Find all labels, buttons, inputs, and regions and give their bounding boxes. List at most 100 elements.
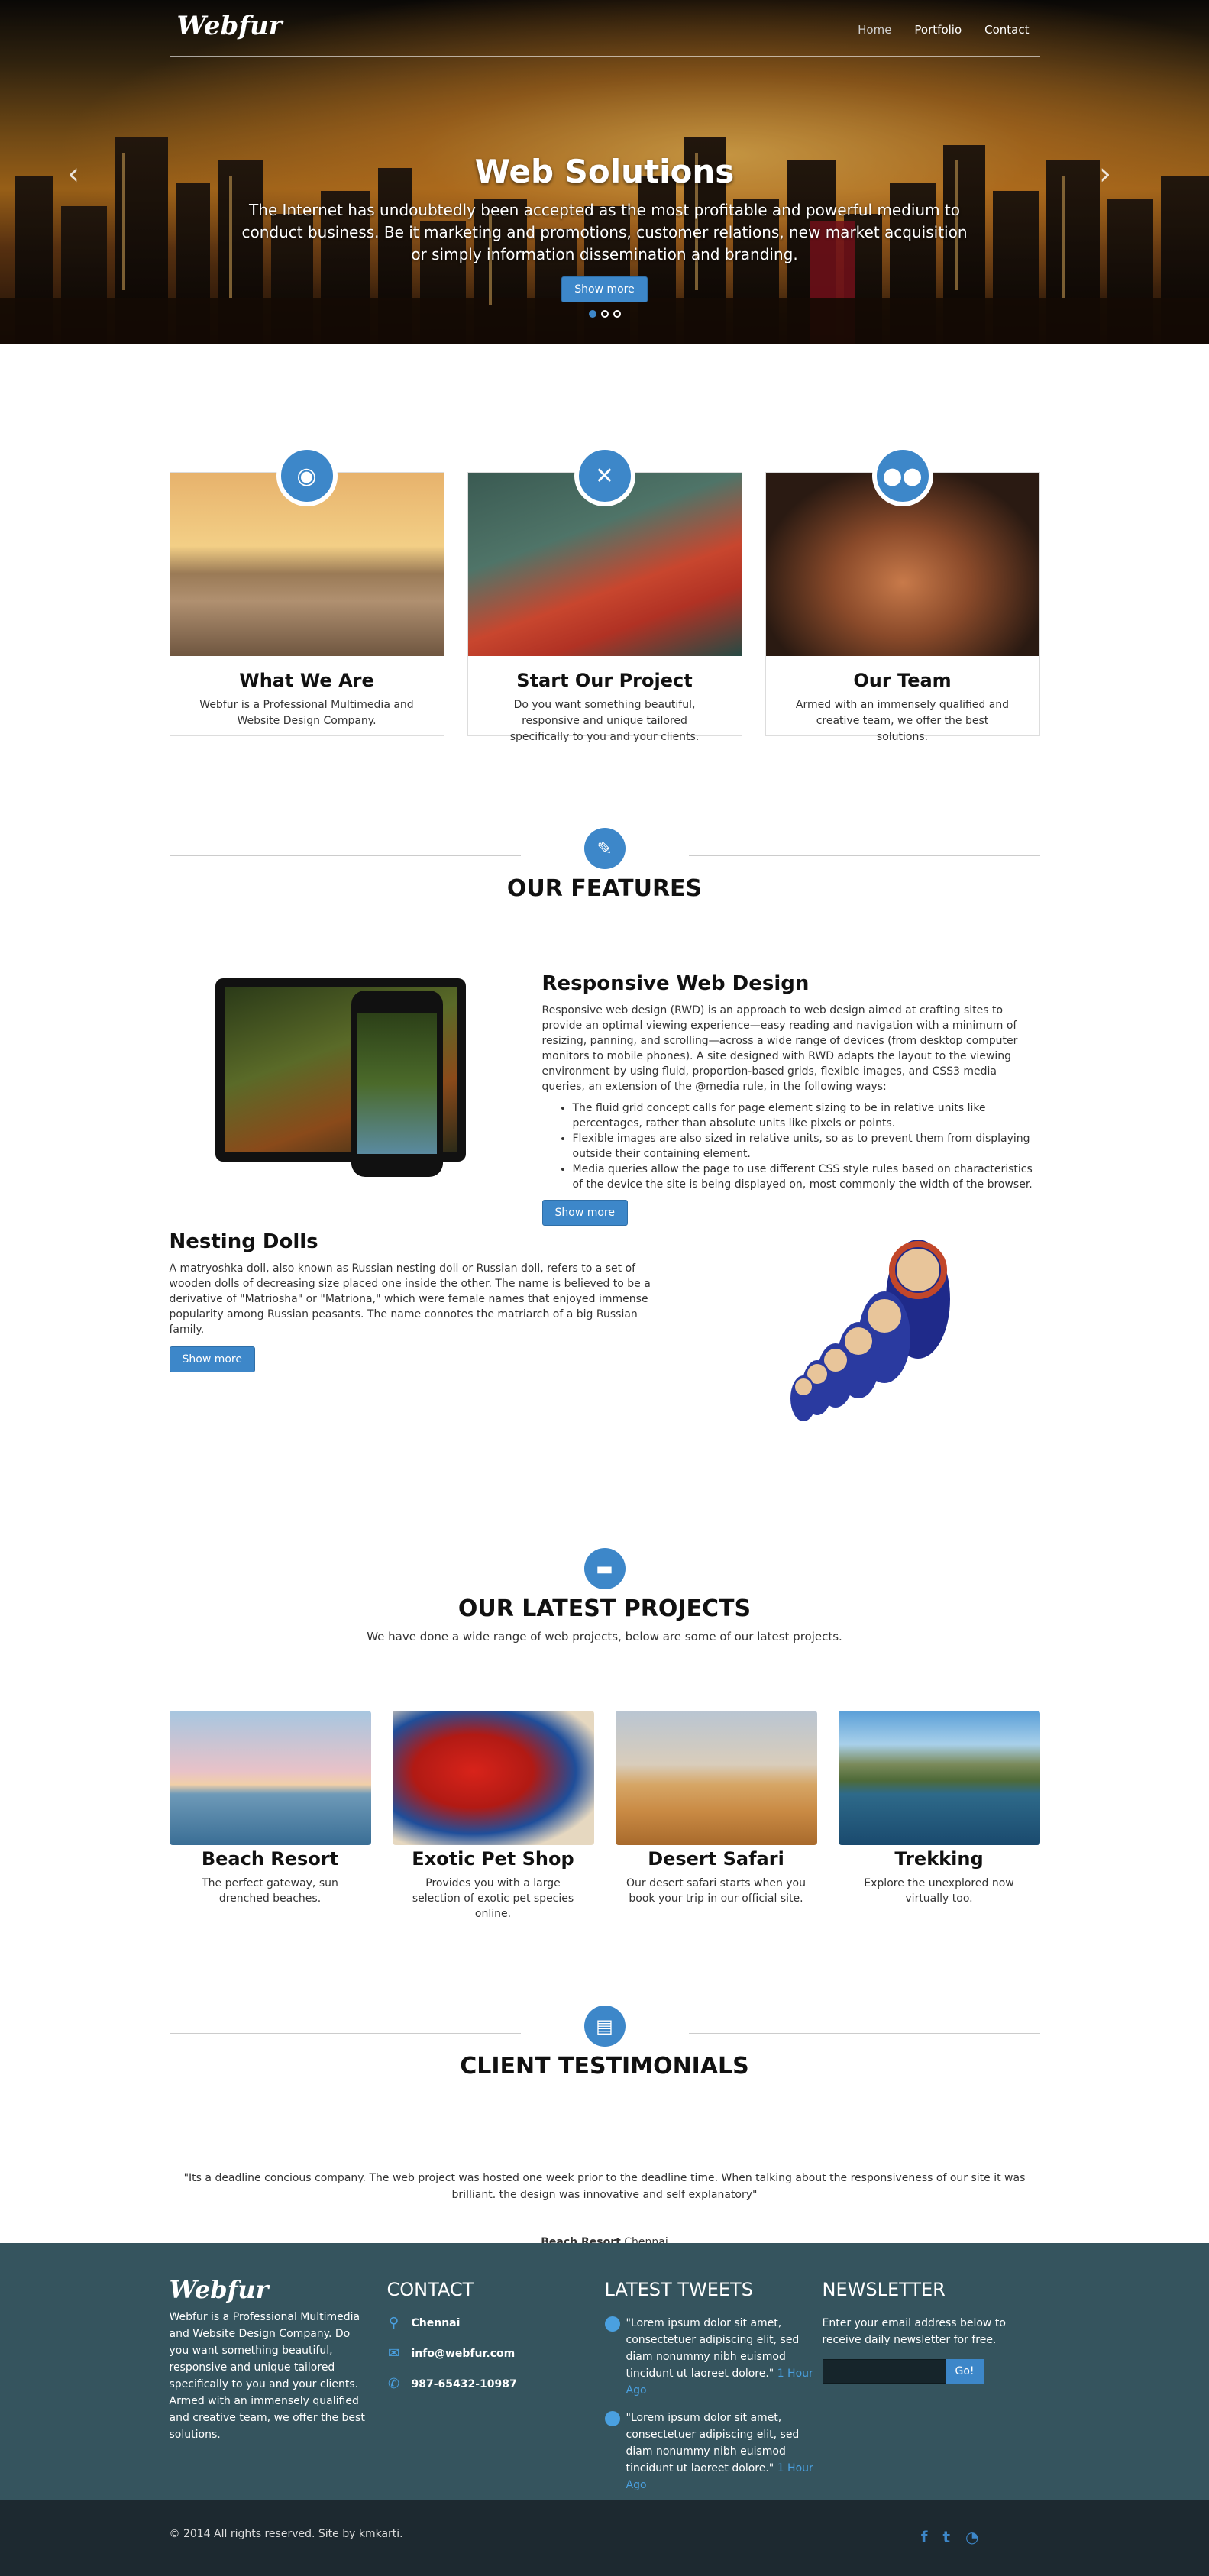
newsletter-form: Go!	[822, 2359, 1040, 2384]
footer: Webfur Webfur is a Professional Multimed…	[0, 2243, 1209, 2500]
card-what-we-are[interactable]: ◉ What We Are Webfur is a Professional M…	[169, 445, 444, 736]
beach-resort-image	[169, 1711, 371, 1845]
project-title: Exotic Pet Shop	[412, 1848, 574, 1870]
newsletter-text: Enter your email address below to receiv…	[822, 2317, 1006, 2346]
project-text: Provides you with a large selection of e…	[412, 1877, 574, 1920]
feature-title: Nesting Dolls	[169, 1230, 318, 1253]
project-exotic-pet-shop[interactable]: Exotic Pet Shop Provides you with a larg…	[392, 1711, 594, 1921]
card-text: Armed with an immensely qualified and cr…	[795, 699, 1010, 743]
feature-responsive: Responsive Web Design Responsive web des…	[170, 972, 1040, 1230]
section-title: CLIENT TESTIMONIALS	[460, 2053, 749, 2080]
nesting-dolls-image	[658, 1230, 1040, 1482]
card-title: What We Are	[239, 670, 374, 691]
card-title: Our Team	[853, 670, 952, 691]
card-title: Start Our Project	[516, 670, 693, 691]
footer-newsletter: NEWSLETTER Enter your email address belo…	[822, 2279, 1040, 2504]
list-item: The fluid grid concept calls for page el…	[573, 1101, 1040, 1131]
twitter-icon	[604, 2411, 620, 2426]
contact-phone[interactable]: 987-65432-10987	[412, 2376, 517, 2393]
mail-icon: ✉	[387, 2345, 400, 2361]
footer-tweets: LATEST TWEETS "Lorem ipsum dolor sit ame…	[604, 2279, 823, 2504]
newsletter-email-input[interactable]	[822, 2359, 946, 2384]
tweet-item: "Lorem ipsum dolor sit amet, consectetue…	[604, 2410, 823, 2494]
project-trekking[interactable]: Trekking Explore the unexplored now virt…	[838, 1711, 1040, 1921]
card-text: Webfur is a Professional Multimedia and …	[199, 699, 414, 727]
project-title: Desert Safari	[648, 1848, 784, 1870]
feature-text: Responsive web design (RWD) is an approa…	[541, 1004, 1018, 1093]
section-title: OUR FEATURES	[506, 875, 703, 902]
card-our-team[interactable]: ●● Our Team Armed with an immensely qual…	[765, 445, 1040, 743]
testimonials-header: ▤ CLIENT TESTIMONIALS	[169, 2006, 1040, 2080]
tweet-text: "Lorem ipsum dolor sit amet, consectetue…	[626, 2412, 800, 2474]
footer-logo[interactable]: Webfur	[170, 2277, 387, 2302]
nav-portfolio[interactable]: Portfolio	[914, 23, 962, 37]
project-title: Beach Resort	[201, 1848, 339, 1870]
hero-slide-dots	[0, 310, 1209, 318]
newsletter-submit-button[interactable]: Go!	[946, 2359, 984, 2384]
project-text: Our desert safari starts when you book y…	[626, 1877, 806, 1905]
feature-show-more-button[interactable]: Show more	[541, 1200, 628, 1226]
list-item: Flexible images are also sized in relati…	[573, 1131, 1040, 1162]
stapler-icon: ▬	[583, 1548, 626, 1589]
section-title: OUR LATEST PROJECTS	[457, 1595, 752, 1622]
slide-dot[interactable]	[588, 310, 596, 318]
slide-dot[interactable]	[600, 310, 609, 318]
projects-grid: Beach Resort The perfect gateway, sun dr…	[169, 1711, 1040, 1921]
site-logo[interactable]: Webfur	[177, 11, 283, 41]
tweet-item: "Lorem ipsum dolor sit amet, consectetue…	[604, 2315, 823, 2399]
features-header: ✎ OUR FEATURES	[169, 828, 1040, 902]
lake-mountain-image	[838, 1711, 1040, 1845]
nav-contact[interactable]: Contact	[984, 23, 1029, 37]
tools-icon: ✕	[574, 445, 635, 506]
project-text: Explore the unexplored now virtually too…	[864, 1877, 1014, 1905]
footer-about: Webfur Webfur is a Professional Multimed…	[169, 2277, 387, 2504]
contact-email[interactable]: info@webfur.com	[412, 2345, 516, 2362]
contact-city: Chennai	[411, 2317, 461, 2329]
card-text: Do you want something beautiful, respons…	[509, 699, 700, 743]
bottom-bar: © 2014 All rights reserved. Site by kmka…	[0, 2500, 1209, 2576]
project-text: The perfect gateway, sun drenched beache…	[202, 1877, 338, 1905]
map-pin-icon: ⚲	[388, 2315, 399, 2331]
feature-bullets: The fluid grid concept calls for page el…	[573, 1101, 1040, 1192]
section-subtitle: We have done a wide range of web project…	[367, 1630, 842, 1644]
facebook-icon[interactable]: f	[921, 2528, 928, 2546]
phone-icon: ✆	[387, 2376, 400, 2392]
hero-title: Web Solutions	[474, 153, 735, 190]
footer-heading: LATEST TWEETS	[604, 2279, 753, 2300]
twitter-icon	[604, 2316, 620, 2332]
testimonial-quote: "Its a deadline concious company. The we…	[183, 2172, 1026, 2201]
edit-icon: ✎	[583, 828, 626, 869]
intro-cards: ◉ What We Are Webfur is a Professional M…	[169, 445, 1040, 743]
parrot-image	[392, 1711, 594, 1845]
tweet-text: "Lorem ipsum dolor sit amet, consectetue…	[626, 2317, 800, 2380]
top-navbar: Webfur Home Portfolio Contact	[0, 0, 1209, 57]
nav-home[interactable]: Home	[858, 23, 891, 37]
feature-text: A matryoshka doll, also known as Russian…	[169, 1262, 651, 1336]
twitter-icon[interactable]: t	[942, 2528, 950, 2546]
footer-heading: CONTACT	[386, 2279, 474, 2300]
hero-text: The Internet has undoubtedly been accept…	[241, 201, 968, 263]
users-icon: ●●	[871, 445, 933, 506]
projects-header: ▬ OUR LATEST PROJECTS We have done a wid…	[169, 1548, 1040, 1644]
devices-image	[170, 972, 542, 1230]
card-start-project[interactable]: ✕ Start Our Project Do you want somethin…	[467, 445, 742, 743]
rss-icon[interactable]: ◔	[965, 2528, 978, 2546]
feature-show-more-button[interactable]: Show more	[169, 1346, 255, 1372]
copyright-text: © 2014 All rights reserved. Site by kmka…	[169, 2528, 403, 2540]
hero-slider: Webfur Home Portfolio Contact ‹ › Web So…	[0, 0, 1209, 344]
main-nav: Home Portfolio Contact	[858, 23, 1029, 37]
list-item: Media queries allow the page to use diff…	[573, 1162, 1040, 1192]
camera-icon: ◉	[276, 445, 338, 506]
footer-contact: CONTACT ⚲ Chennai ✉ info@webfur.com ✆ 987-6…	[386, 2279, 605, 2504]
slide-dot[interactable]	[613, 310, 621, 318]
project-desert-safari[interactable]: Desert Safari Our desert safari starts w…	[615, 1711, 817, 1921]
footer-about-text: Webfur is a Professional Multimedia and …	[169, 2311, 365, 2441]
desert-image	[615, 1711, 817, 1845]
hero-show-more-button[interactable]: Show more	[561, 276, 648, 302]
social-links: f t ◔	[921, 2528, 979, 2546]
feature-nesting-dolls: Nesting Dolls A matryoshka doll, also kn…	[169, 1230, 1040, 1482]
newspaper-icon: ▤	[583, 2006, 626, 2047]
project-title: Trekking	[894, 1848, 984, 1870]
footer-heading: NEWSLETTER	[822, 2279, 946, 2300]
project-beach-resort[interactable]: Beach Resort The perfect gateway, sun dr…	[169, 1711, 371, 1921]
